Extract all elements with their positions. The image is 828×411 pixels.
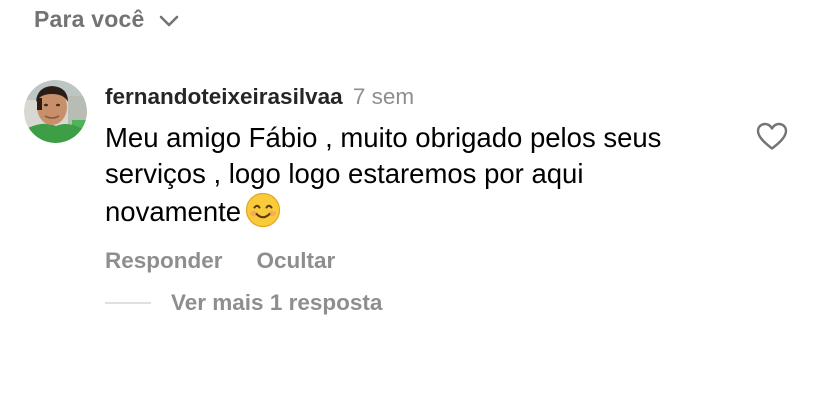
smiling-face-emoji-icon (245, 192, 281, 228)
user-photo (24, 80, 87, 143)
comment-meta: fernandoteixeirasilvaa 7 sem (105, 80, 725, 114)
view-replies-label: Ver mais 1 resposta (171, 290, 383, 315)
comment-username[interactable]: fernandoteixeirasilvaa (105, 84, 343, 109)
comment-filter-dropdown[interactable]: Para você (34, 6, 179, 33)
chevron-down-icon (159, 15, 178, 26)
view-replies-button[interactable]: Ver mais 1 resposta (105, 290, 725, 316)
comment-body: fernandoteixeirasilvaa 7 sem Meu amigo F… (105, 80, 725, 316)
comments-page: Para você fernandoteixeirasilvaa 7 sem M… (0, 0, 828, 411)
comment-text: Meu amigo Fábio , muito obrigado pelos s… (105, 122, 662, 227)
comment-filter-label: Para você (34, 6, 145, 32)
replies-divider (105, 302, 151, 304)
avatar[interactable] (24, 80, 87, 143)
comment-actions: Responder Ocultar (105, 248, 725, 274)
comment-text-block: Meu amigo Fábio , muito obrigado pelos s… (105, 120, 725, 230)
hide-button[interactable]: Ocultar (257, 248, 336, 274)
heart-outline-icon[interactable] (755, 121, 789, 151)
reply-button[interactable]: Responder (105, 248, 223, 274)
comment-timestamp: 7 sem (352, 84, 415, 109)
